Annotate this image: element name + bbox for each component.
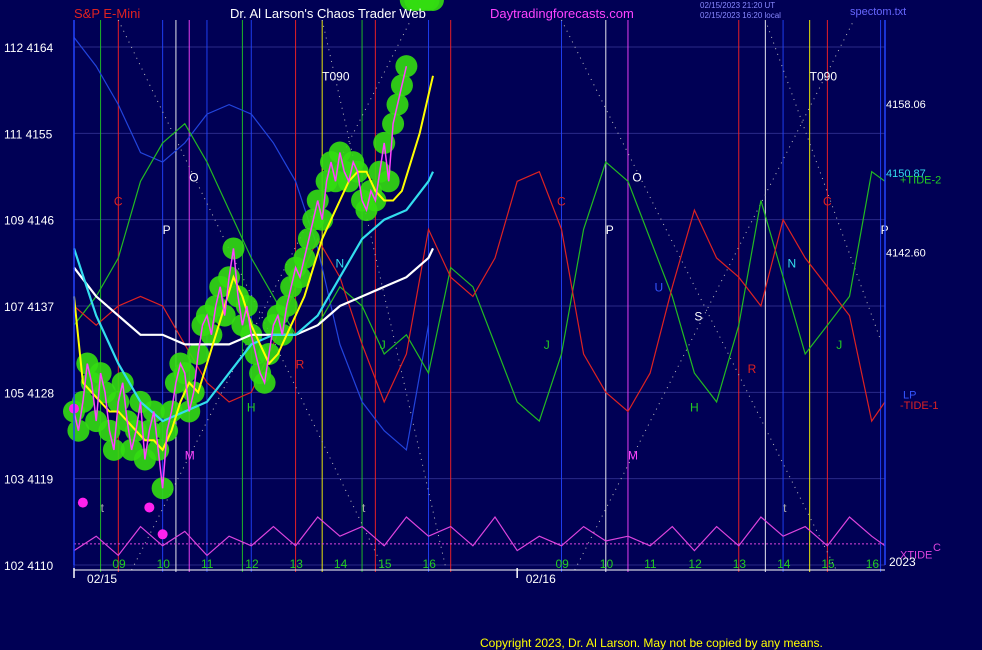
marker-O-2: O [189, 170, 198, 184]
x-date-label-0: 02/15 [87, 572, 117, 586]
turn-dot-3 [157, 529, 168, 540]
x-hour-label-9: 10 [600, 557, 614, 571]
timestamp-local: 02/15/2023 16:20 local [700, 11, 781, 20]
right-level-0: 4158.06 [886, 99, 926, 111]
marker-P-5: P [606, 223, 614, 237]
series-label-0: +TIDE-2 [900, 174, 941, 186]
marker-T090-1: T090 [810, 70, 838, 84]
marker-J-15: J [544, 338, 550, 352]
copyright-notice: Copyright 2023, Dr. Al Larson. May not b… [480, 636, 823, 650]
x-hour-label-10: 11 [644, 557, 657, 571]
y-tick-label-4164: 112 4164 [4, 41, 53, 55]
marker-H-20: H [690, 401, 699, 415]
marker-N-11: N [788, 257, 797, 271]
chart-canvas: T090T090OOPPPCCCNNUSJJJRRHHMMttt 112 416… [0, 0, 982, 650]
marker-M-22: M [628, 448, 638, 462]
timestamp-ut: 02/15/2023 21:20 UT [700, 1, 775, 10]
marker-M-21: M [185, 448, 195, 462]
x-hour-label-3: 12 [245, 557, 259, 571]
marker-J-16: J [836, 338, 842, 352]
x-hour-label-4: 13 [290, 557, 304, 571]
series-label-3: C [933, 542, 941, 554]
x-hour-label-12: 13 [733, 557, 747, 571]
y-tick-label-4110: 102 4110 [4, 559, 53, 573]
x-date-label-1: 02/16 [526, 572, 556, 586]
x-hour-label-6: 15 [378, 557, 392, 571]
y-tick-label-4155: 111 4155 [4, 127, 53, 141]
marker-J-14: J [380, 338, 386, 352]
header-center-title: Dr. Al Larson's Chaos Trader Web [230, 6, 426, 21]
marker-C-9: C [823, 194, 832, 208]
chart-title: S&P E-Mini [74, 6, 140, 21]
x-hour-label-13: 14 [777, 557, 791, 571]
turn-dot-2 [144, 502, 155, 513]
plot-background [0, 0, 982, 650]
marker-C-7: C [114, 194, 123, 208]
marker-T090-0: T090 [322, 70, 350, 84]
x-hour-label-14: 15 [821, 557, 835, 571]
x-hour-label-15: 16 [866, 557, 880, 571]
series-label-2: -TIDE-1 [900, 400, 939, 412]
marker-N-10: N [335, 257, 344, 271]
x-hour-label-11: 12 [688, 557, 702, 571]
marker-O-3: O [632, 170, 641, 184]
marker-P-4: P [163, 223, 171, 237]
turn-dot-1 [77, 497, 88, 508]
year-label: 2023 [889, 555, 916, 569]
marker-C-8: C [557, 194, 566, 208]
marker-R-17: R [296, 357, 305, 371]
x-hour-label-7: 16 [423, 557, 437, 571]
data-file-name: spectom.txt [850, 6, 906, 18]
y-tick-label-4128: 105 4128 [4, 386, 54, 400]
y-tick-label-4146: 109 4146 [4, 214, 54, 228]
x-hour-label-1: 10 [157, 557, 171, 571]
marker-S-13: S [694, 309, 702, 323]
x-hour-label-5: 14 [334, 557, 348, 571]
marker-R-18: R [748, 362, 757, 376]
x-hour-label-2: 11 [201, 557, 214, 571]
x-hour-label-0: 09 [112, 557, 126, 571]
site-link[interactable]: Daytradingforecasts.com [490, 6, 634, 21]
y-tick-label-4137: 107 4137 [4, 300, 54, 314]
right-level-2: 4142.60 [886, 247, 926, 259]
marker-U-12: U [655, 281, 664, 295]
marker-H-19: H [247, 401, 256, 415]
y-tick-label-4119: 103 4119 [4, 473, 53, 487]
x-hour-label-8: 09 [555, 557, 569, 571]
price-halo-dot [395, 55, 418, 78]
